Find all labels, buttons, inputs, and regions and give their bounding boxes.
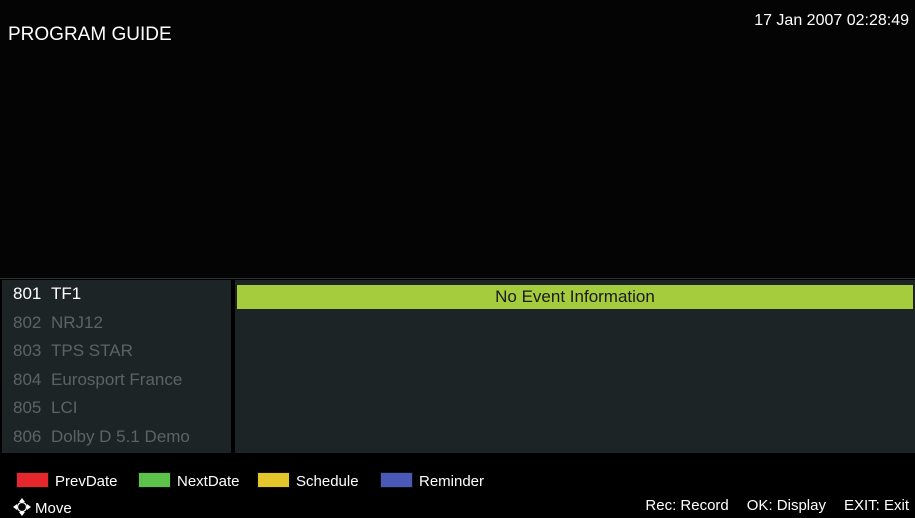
page-title: PROGRAM GUIDE — [8, 24, 172, 45]
channel-item[interactable]: 804 Eurosport France — [2, 366, 231, 395]
key-hints: Rec: Record OK: Display EXIT: Exit — [627, 497, 909, 514]
event-grid: No Event Information — [235, 280, 915, 453]
green-key-icon — [138, 472, 171, 488]
channel-item[interactable]: 806 Dolby D 5.1 Demo — [2, 423, 231, 452]
display-hint: OK: Display — [746, 497, 826, 514]
channel-name: TF1 — [51, 284, 82, 303]
channel-number: 801 — [13, 284, 42, 303]
channel-name: NRJ12 — [51, 312, 103, 332]
move-hint: Move — [12, 497, 72, 517]
channel-name: Dolby D 5.1 Demo — [51, 426, 190, 446]
channel-item[interactable]: 802 NRJ12 — [2, 309, 231, 338]
channel-name: LCI — [51, 398, 78, 417]
divider — [0, 278, 915, 279]
datetime-display: 17 Jan 2007 02:28:49 — [754, 12, 909, 29]
key-label: PrevDate — [55, 473, 118, 490]
footer-bar: PrevDate NextDate Schedule Reminder Move… — [0, 455, 915, 518]
channel-item[interactable]: 805 LCI — [2, 394, 231, 423]
move-label: Move — [35, 500, 72, 517]
channel-item[interactable]: 803 TPS STAR — [2, 337, 231, 366]
blue-key-icon — [380, 472, 413, 488]
red-key-icon — [16, 472, 49, 488]
key-label: Schedule — [296, 473, 359, 490]
record-hint: Rec: Record — [645, 497, 729, 514]
channel-name: TPS STAR — [51, 341, 133, 360]
yellow-key-icon — [257, 472, 290, 488]
channel-number: 804 — [13, 369, 42, 389]
channel-number: 802 — [13, 312, 42, 332]
prev-date-key[interactable]: PrevDate — [16, 472, 118, 490]
channel-number: 805 — [13, 398, 42, 417]
key-label: NextDate — [177, 473, 240, 490]
channel-name: Eurosport France — [51, 369, 183, 389]
exit-hint: EXIT: Exit — [843, 497, 909, 514]
preview-area: PROGRAM GUIDE 17 Jan 2007 02:28:49 — [0, 0, 915, 278]
event-cell[interactable]: No Event Information — [237, 285, 913, 309]
channel-item[interactable]: 801 TF1 — [2, 280, 231, 309]
channel-number: 806 — [13, 426, 42, 446]
schedule-key[interactable]: Schedule — [257, 472, 359, 490]
arrows-icon — [13, 498, 31, 516]
channel-number: 803 — [13, 341, 42, 360]
reminder-key[interactable]: Reminder — [380, 472, 484, 490]
key-label: Reminder — [419, 473, 485, 490]
next-date-key[interactable]: NextDate — [138, 472, 240, 490]
channel-list: 801 TF1 802 NRJ12 803 TPS STAR 804 Eurosport… — [2, 280, 231, 453]
